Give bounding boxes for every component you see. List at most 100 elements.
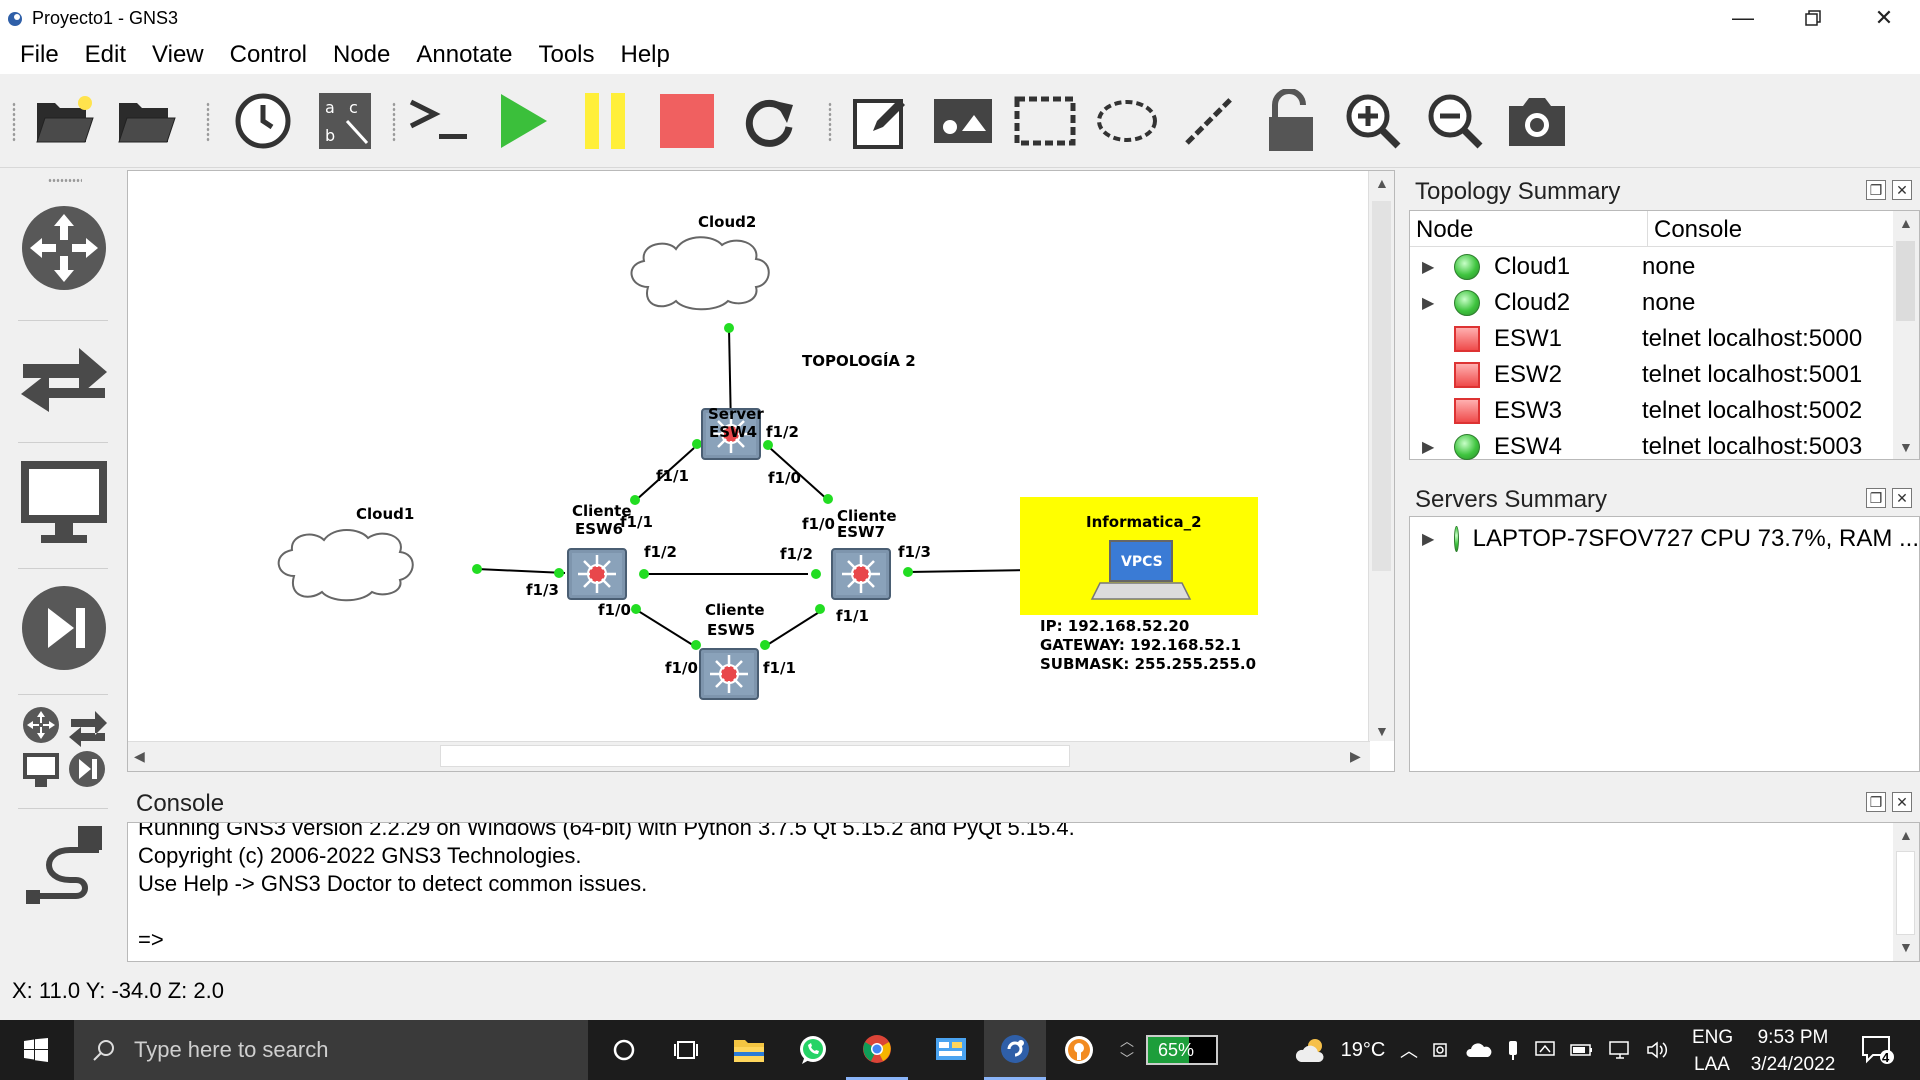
browse-security-devices-button[interactable] xyxy=(16,580,112,676)
close-dock-button[interactable]: ✕ xyxy=(1892,488,1912,508)
scroll-down-icon[interactable]: ▼ xyxy=(1375,723,1389,739)
topology-canvas[interactable]: Cloud2 Cloud1 Server ESW4 Cliente ESW6 C… xyxy=(127,170,1395,772)
scroll-thumb[interactable] xyxy=(1896,851,1915,935)
esw7-node[interactable] xyxy=(831,548,891,600)
expand-arrow-icon[interactable]: ▶ xyxy=(1422,293,1434,313)
vpcs-gateway-note[interactable]: GATEWAY: 192.168.52.1 xyxy=(1040,636,1241,654)
draw-ellipse-button[interactable] xyxy=(1092,86,1162,156)
topology-row[interactable]: ▶ Cloud1 none xyxy=(1410,249,1893,285)
menu-tools[interactable]: Tools xyxy=(525,41,607,69)
console-scrollbar[interactable]: ▲ ▼ xyxy=(1893,823,1919,961)
topology-drawing[interactable]: Cloud2 Cloud1 Server ESW4 Cliente ESW6 C… xyxy=(128,171,1368,739)
close-button[interactable]: ✕ xyxy=(1850,0,1918,36)
clock-time[interactable]: 9:53 PM xyxy=(1755,1027,1831,1049)
battery-tray-icon[interactable] xyxy=(1570,1043,1594,1057)
scroll-up-icon[interactable]: ▲ xyxy=(1899,215,1913,231)
link-esw6-esw5[interactable] xyxy=(634,608,697,648)
cloud2-node[interactable]: Cloud2 xyxy=(630,213,770,311)
menu-file[interactable]: File xyxy=(0,41,72,69)
topology-row[interactable]: ESW2 telnet localhost:5001 xyxy=(1410,357,1893,393)
taskbar-search-box[interactable]: Type here to search xyxy=(74,1020,588,1080)
open-project-button[interactable] xyxy=(30,86,100,156)
menu-view[interactable]: View xyxy=(139,41,217,69)
float-dock-button[interactable]: ❐ xyxy=(1866,792,1886,812)
expand-arrow-icon[interactable]: ▶ xyxy=(1422,529,1434,549)
onedrive-cloud-icon[interactable] xyxy=(1466,1042,1492,1058)
menu-node[interactable]: Node xyxy=(320,41,403,69)
gns3-taskbar-button[interactable] xyxy=(984,1020,1046,1080)
vpcs-ip-note[interactable]: IP: 192.168.52.20 xyxy=(1040,617,1189,635)
scroll-right-icon[interactable]: ▶ xyxy=(1350,748,1361,765)
scroll-thumb[interactable] xyxy=(440,745,1070,767)
menu-help[interactable]: Help xyxy=(608,41,683,69)
minimize-button[interactable]: — xyxy=(1709,0,1777,36)
reload-all-button[interactable] xyxy=(734,86,804,156)
suspend-all-button[interactable] xyxy=(570,86,640,156)
esw6-node[interactable] xyxy=(567,548,627,600)
usb-drive-icon[interactable] xyxy=(1506,1039,1520,1061)
menu-control[interactable]: Control xyxy=(217,41,320,69)
link-cloud1-esw6[interactable] xyxy=(476,568,566,574)
notifications-button[interactable]: 4 xyxy=(1848,1020,1908,1080)
language-indicator[interactable]: ENG xyxy=(1692,1027,1733,1049)
browse-switches-button[interactable] xyxy=(16,330,112,426)
console-all-button[interactable] xyxy=(404,86,474,156)
browse-routers-button[interactable] xyxy=(16,200,112,296)
volume-icon[interactable] xyxy=(1646,1040,1670,1060)
scroll-thumb[interactable] xyxy=(1372,201,1391,571)
lock-items-button[interactable] xyxy=(1256,86,1326,156)
taskbar-scroll-button[interactable]: ︿ ﹀ xyxy=(1112,1020,1142,1080)
browse-all-devices-button[interactable] xyxy=(16,700,112,796)
console-prompt[interactable]: => xyxy=(138,927,164,953)
network-icon[interactable] xyxy=(1608,1040,1632,1060)
vpn-app-button[interactable] xyxy=(1048,1020,1110,1080)
scroll-up-icon[interactable]: ▲ xyxy=(1375,175,1389,191)
task-view-button[interactable] xyxy=(656,1020,716,1080)
console-output[interactable]: Running GNS3 version 2.2.29 on Windows (… xyxy=(127,822,1920,962)
expand-arrow-icon[interactable]: ▶ xyxy=(1422,437,1434,457)
weather-widget[interactable]: 19°C xyxy=(1280,1020,1400,1080)
esw5-node[interactable] xyxy=(699,648,759,700)
toolbar-grip[interactable] xyxy=(392,102,396,142)
file-explorer-button[interactable] xyxy=(718,1020,780,1080)
canvas-vertical-scrollbar[interactable]: ▲ ▼ xyxy=(1368,171,1394,741)
display-icon[interactable] xyxy=(1534,1040,1556,1060)
battery-meter[interactable]: 65% xyxy=(1142,1020,1222,1080)
scroll-left-icon[interactable]: ◀ xyxy=(134,748,145,765)
start-button[interactable] xyxy=(0,1020,72,1080)
chrome-button[interactable] xyxy=(846,1020,908,1080)
add-note-button[interactable] xyxy=(846,86,916,156)
scroll-down-icon[interactable]: ▼ xyxy=(1899,939,1913,955)
draw-rectangle-button[interactable] xyxy=(1010,86,1080,156)
control-panel-button[interactable] xyxy=(920,1020,982,1080)
scroll-up-icon[interactable]: ▲ xyxy=(1899,827,1913,843)
meet-now-icon[interactable] xyxy=(1432,1040,1452,1060)
restore-button[interactable] xyxy=(1779,0,1847,36)
browse-end-devices-button[interactable] xyxy=(16,454,112,550)
toolbar-grip[interactable] xyxy=(206,102,210,142)
link-esw7-esw5[interactable] xyxy=(763,608,825,648)
start-all-button[interactable] xyxy=(488,86,558,156)
canvas-horizontal-scrollbar[interactable]: ◀ ▶ xyxy=(128,741,1370,771)
snapshot-button[interactable] xyxy=(228,86,298,156)
vpcs-submask-note[interactable]: SUBMASK: 255.255.255.0 xyxy=(1040,655,1256,673)
float-dock-button[interactable]: ❐ xyxy=(1866,180,1886,200)
show-interface-labels-button[interactable]: acb xyxy=(310,86,380,156)
toolbar-grip[interactable] xyxy=(828,102,832,142)
float-dock-button[interactable]: ❐ xyxy=(1866,488,1886,508)
close-dock-button[interactable]: ✕ xyxy=(1892,792,1912,812)
screenshot-button[interactable] xyxy=(1502,86,1572,156)
scroll-thumb[interactable] xyxy=(1896,241,1915,321)
toolbar-grip[interactable] xyxy=(12,102,16,142)
draw-line-button[interactable] xyxy=(1174,86,1244,156)
menu-annotate[interactable]: Annotate xyxy=(403,41,525,69)
open-folder-button[interactable] xyxy=(112,86,182,156)
add-link-button[interactable] xyxy=(16,820,112,916)
whatsapp-button[interactable] xyxy=(782,1020,844,1080)
column-node[interactable]: Node xyxy=(1410,211,1648,246)
dock-grip[interactable] xyxy=(48,178,82,182)
cloud1-node[interactable]: Cloud1 xyxy=(277,505,415,602)
scroll-down-icon[interactable]: ▼ xyxy=(1899,439,1913,455)
topology-row[interactable]: ESW1 telnet localhost:5000 xyxy=(1410,321,1893,357)
keyboard-layout[interactable]: LAA xyxy=(1694,1054,1730,1076)
